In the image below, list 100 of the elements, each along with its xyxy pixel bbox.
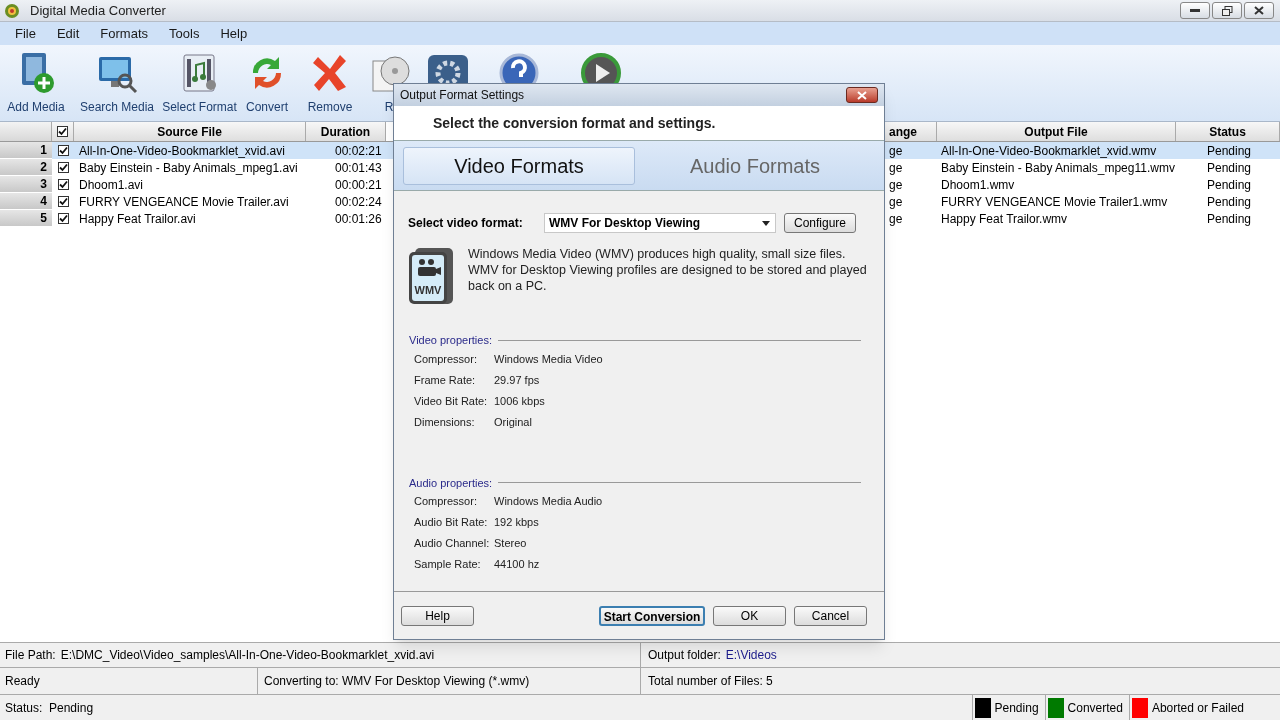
group-heading: Video properties: <box>409 333 492 348</box>
toolbar-button[interactable]: Remove <box>297 45 363 116</box>
table-cell-text: Pending <box>1206 193 1253 211</box>
status-text: Status: Pending <box>4 699 94 717</box>
format-tab[interactable]: Video Formats <box>403 146 635 185</box>
converting-status: Converting to: WMV For Desktop Viewing (*.wmv) <box>264 673 530 690</box>
app-logo-icon <box>4 2 20 19</box>
table-cell-text: Pending <box>1206 176 1253 194</box>
menu-item[interactable]: Help <box>220 23 248 44</box>
table-cell-text: ge <box>888 142 904 160</box>
property-label: Compressor: <box>414 494 478 510</box>
property-value: Original <box>494 414 532 430</box>
format-label: Select video format: <box>408 215 524 232</box>
table-cell-text: Pending <box>1206 210 1253 228</box>
dropdown-arrow-icon <box>762 220 770 226</box>
format-description: Windows Media Video (WMV) produces high quality, small size files. WMV for Desktop Viewing profiles are designed to be stored and played back on a PC. <box>468 246 868 295</box>
table-cell-text: Happy Feat Trailor.avi <box>78 210 197 228</box>
column-header[interactable]: Status <box>1176 122 1280 141</box>
dialog-button[interactable]: Cancel <box>794 605 867 626</box>
close-button[interactable] <box>1244 2 1274 19</box>
table-cell-text: Dhoom1.avi <box>78 176 145 194</box>
property-value: Windows Media Video <box>494 351 603 367</box>
table-cell-text: All-In-One-Video-Bookmarklet_xvid.avi <box>78 142 286 160</box>
property-value: 44100 hz <box>494 557 540 573</box>
ready-status: Ready <box>5 673 40 690</box>
dialog-button[interactable]: Start Conversion <box>599 605 705 626</box>
table-cell-text: 00:02:21 <box>334 142 383 160</box>
legend-label: Aborted or Failed <box>1151 699 1245 717</box>
file-path-label: File Path: <box>5 647 56 664</box>
table-cell-text: ge <box>888 210 904 228</box>
configure-button[interactable]: Configure <box>784 213 856 233</box>
dialog-close-button[interactable] <box>846 87 878 103</box>
property-label: Video Bit Rate: <box>414 393 489 409</box>
table-cell-text: Pending <box>1206 159 1253 177</box>
property-label: Frame Rate: <box>414 372 477 388</box>
table-cell-text: ge <box>888 193 904 211</box>
table-cell-text: FURRY VENGEANCE Movie Trailer.avi <box>78 193 290 211</box>
row-number: 1 <box>0 142 52 159</box>
table-cell-text: Happy Feat Trailor.wmv <box>940 210 1069 228</box>
minimize-icon <box>1190 8 1200 13</box>
checkbox[interactable] <box>57 126 68 137</box>
table-cell-text: 00:00:21 <box>334 176 383 194</box>
table-cell-text: All-In-One-Video-Bookmarklet_xvid.wmv <box>940 142 1158 160</box>
restore-button[interactable] <box>1212 2 1242 19</box>
file-path-value: E:\DMC_Video\Video_samples\All-In-One-Video-Bookmarklet_xvid.avi <box>60 647 435 664</box>
property-label: Compressor: <box>414 351 478 367</box>
restore-icon <box>1221 5 1233 16</box>
checkbox[interactable] <box>57 196 69 207</box>
menu-item[interactable]: Formats <box>100 23 149 44</box>
column-header[interactable]: Duration <box>306 122 386 141</box>
row-number: 2 <box>0 159 52 176</box>
dialog-heading: Select the conversion format and settings. <box>433 113 716 133</box>
table-cell-text: Baby Einstein - Baby Animals_mpeg11.wmv <box>940 159 1176 177</box>
property-value: Stereo <box>494 536 527 552</box>
property-label: Audio Channel: <box>414 536 491 552</box>
table-cell-text: Pending <box>1206 142 1253 160</box>
checkbox[interactable] <box>57 162 69 173</box>
menu-item[interactable]: File <box>15 23 36 44</box>
toolbar-button[interactable]: Add Media <box>0 45 72 116</box>
output-folder-link[interactable]: E:\Videos <box>725 646 777 664</box>
column-header[interactable]: ange <box>885 122 937 141</box>
table-cell-text: Dhoom1.wmv <box>940 176 1016 194</box>
file-count: Total number of Files: 5 <box>648 673 773 690</box>
checkbox[interactable] <box>57 179 69 190</box>
row-number: 3 <box>0 176 52 193</box>
checkbox[interactable] <box>57 145 69 156</box>
property-value: 1006 kbps <box>494 393 545 409</box>
column-header[interactable]: Source File <box>74 122 306 141</box>
toolbar-button[interactable]: Search Media <box>72 45 162 116</box>
dialog-button[interactable]: OK <box>713 605 786 626</box>
output-folder-label: Output folder: <box>648 647 721 664</box>
minimize-button[interactable] <box>1180 2 1210 19</box>
property-value: 192 kbps <box>494 515 539 531</box>
format-tab[interactable]: Audio Formats <box>639 146 871 185</box>
dialog-button[interactable]: Help <box>401 605 474 626</box>
group-heading: Audio properties: <box>409 475 493 491</box>
toolbar-button[interactable]: Convert <box>237 45 297 116</box>
checkbox[interactable] <box>57 213 69 224</box>
close-icon <box>857 90 867 100</box>
table-cell-text: ge <box>888 176 904 194</box>
legend-label: Pending <box>994 699 1040 717</box>
menu-item[interactable]: Edit <box>56 23 80 44</box>
table-cell-text: ge <box>888 159 904 177</box>
property-label: Dimensions: <box>414 414 476 430</box>
menu-item[interactable]: Tools <box>169 23 200 44</box>
property-value: Windows Media Audio <box>494 494 603 510</box>
toolbar-button[interactable]: Select Format <box>162 45 237 116</box>
close-icon <box>1254 6 1264 15</box>
table-cell-text: 00:01:26 <box>334 210 383 228</box>
table-cell-text: Baby Einstein - Baby Animals_mpeg1.avi <box>78 159 299 177</box>
row-number: 4 <box>0 193 52 210</box>
table-cell-text: 00:01:43 <box>334 159 383 177</box>
legend-label: Converted <box>1067 699 1124 717</box>
row-number: 5 <box>0 210 52 227</box>
column-header[interactable]: Output File <box>937 122 1176 141</box>
format-dropdown[interactable]: WMV For Desktop Viewing <box>544 213 776 233</box>
property-label: Audio Bit Rate: <box>414 515 489 531</box>
property-label: Sample Rate: <box>414 557 482 573</box>
window-title: Digital Media Converter <box>30 1 166 20</box>
table-cell-text: 00:02:24 <box>334 193 383 211</box>
